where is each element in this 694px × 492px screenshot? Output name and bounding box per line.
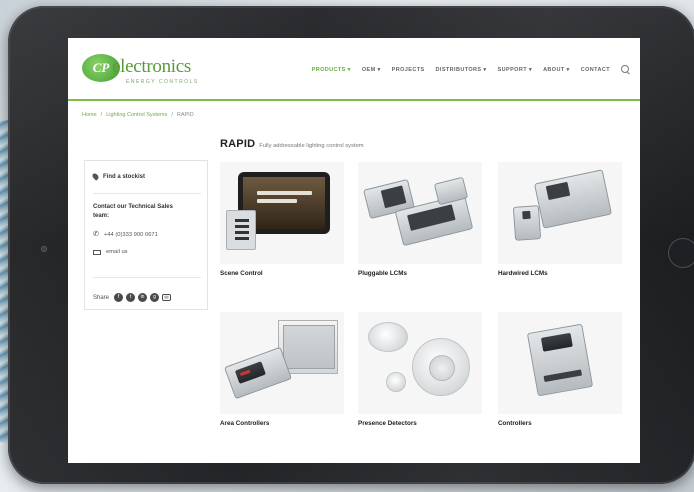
product-image bbox=[358, 312, 482, 414]
product-tile-presence-detectors[interactable]: Presence Detectors bbox=[358, 312, 482, 427]
envelope-icon bbox=[93, 249, 101, 255]
product-image bbox=[220, 162, 344, 264]
nav-support[interactable]: SUPPORT ▾ bbox=[498, 67, 532, 73]
breadcrumb-home[interactable]: Home bbox=[82, 112, 97, 118]
breadcrumb-separator: / bbox=[100, 112, 103, 118]
twitter-icon[interactable]: t bbox=[126, 293, 136, 302]
phone-icon: ✆ bbox=[93, 231, 99, 238]
breadcrumb-current: RAPID bbox=[176, 112, 194, 118]
product-label: Presence Detectors bbox=[358, 420, 417, 427]
nav-distributors[interactable]: DISTRIBUTORS ▾ bbox=[436, 67, 487, 73]
breadcrumb: Home / Lighting Control Systems / RAPID bbox=[82, 112, 194, 118]
nav-oem[interactable]: OEM ▾ bbox=[362, 67, 381, 73]
nav-projects[interactable]: PROJECTS bbox=[392, 67, 425, 73]
google-plus-icon[interactable]: g bbox=[150, 293, 160, 302]
camera-icon bbox=[41, 246, 47, 252]
product-image bbox=[220, 312, 344, 414]
search-icon[interactable] bbox=[621, 65, 630, 74]
product-image bbox=[498, 312, 622, 414]
product-image bbox=[358, 162, 482, 264]
map-pin-icon bbox=[91, 172, 100, 181]
share-bar: Share f t in g ✉ bbox=[93, 293, 172, 302]
page-heading: RAPID Fully addressable lighting control… bbox=[220, 138, 364, 150]
scene: CP electronics ENERGY CONTROLS PRODUCTS … bbox=[0, 0, 694, 492]
product-label: Hardwired LCMs bbox=[498, 270, 548, 277]
sidebar-divider bbox=[93, 193, 201, 194]
phone-number: +44 (0)333 900 0671 bbox=[103, 231, 158, 238]
lcm-module-graphic bbox=[512, 205, 542, 241]
main-nav: PRODUCTS ▾ OEM ▾ PROJECTS DISTRIBUTORS ▾… bbox=[312, 65, 630, 74]
controller-module-graphic bbox=[223, 346, 293, 400]
share-label: Share bbox=[93, 294, 110, 301]
find-stockist-label: Find a stockist bbox=[103, 173, 146, 180]
page-subtitle: Fully addressable lighting control syste… bbox=[259, 143, 364, 149]
sidebar-divider bbox=[93, 277, 201, 278]
facebook-icon[interactable]: f bbox=[114, 293, 124, 302]
nav-about[interactable]: ABOUT ▾ bbox=[543, 67, 570, 73]
page-title: RAPID bbox=[220, 138, 256, 150]
sensor-graphic bbox=[412, 338, 470, 396]
email-label: email us bbox=[106, 249, 128, 255]
contact-heading: Contact our Technical Sales team: bbox=[93, 203, 173, 221]
site-header: CP electronics ENERGY CONTROLS PRODUCTS … bbox=[68, 38, 640, 100]
sensor-graphic bbox=[368, 322, 408, 352]
email-link[interactable]: email us bbox=[93, 249, 128, 255]
product-tile-scene-control[interactable]: Scene Control bbox=[220, 162, 344, 277]
controller-module-graphic bbox=[526, 323, 594, 397]
logo-tagline: ENERGY CONTROLS bbox=[126, 79, 199, 85]
product-tile-area-controllers[interactable]: Area Controllers bbox=[220, 312, 344, 427]
product-label: Scene Control bbox=[220, 270, 263, 277]
find-stockist-link[interactable]: Find a stockist bbox=[91, 172, 146, 181]
cp-electronics-logo[interactable]: CP electronics ENERGY CONTROLS bbox=[82, 52, 212, 92]
keypad-product-graphic bbox=[226, 210, 256, 250]
lcm-module-graphic bbox=[533, 169, 613, 229]
product-tile-pluggable-lcms[interactable]: Pluggable LCMs bbox=[358, 162, 482, 277]
phone-link[interactable]: ✆ +44 (0)333 900 0671 bbox=[93, 231, 158, 238]
tablet-screen: CP electronics ENERGY CONTROLS PRODUCTS … bbox=[68, 38, 640, 463]
product-label: Pluggable LCMs bbox=[358, 270, 407, 277]
breadcrumb-section[interactable]: Lighting Control Systems bbox=[106, 112, 167, 118]
header-divider bbox=[68, 99, 640, 101]
logo-word: electronics bbox=[112, 56, 191, 77]
contact-heading-line-1: Contact our Technical Sales bbox=[93, 204, 173, 210]
home-button[interactable] bbox=[668, 238, 694, 268]
nav-products[interactable]: PRODUCTS ▾ bbox=[312, 67, 351, 73]
linkedin-icon[interactable]: in bbox=[138, 293, 148, 302]
product-label: Area Controllers bbox=[220, 420, 270, 427]
contact-sidebar: Find a stockist Contact our Technical Sa… bbox=[84, 160, 208, 310]
product-tile-controllers[interactable]: Controllers bbox=[498, 312, 622, 427]
product-tile-hardwired-lcms[interactable]: Hardwired LCMs bbox=[498, 162, 622, 277]
nav-contact[interactable]: CONTACT bbox=[581, 67, 610, 73]
product-image bbox=[498, 162, 622, 264]
breadcrumb-separator: / bbox=[171, 112, 173, 118]
product-label: Controllers bbox=[498, 420, 532, 427]
email-share-icon[interactable]: ✉ bbox=[162, 294, 172, 301]
sensor-graphic bbox=[386, 372, 406, 392]
contact-heading-line-2: team: bbox=[93, 213, 110, 219]
